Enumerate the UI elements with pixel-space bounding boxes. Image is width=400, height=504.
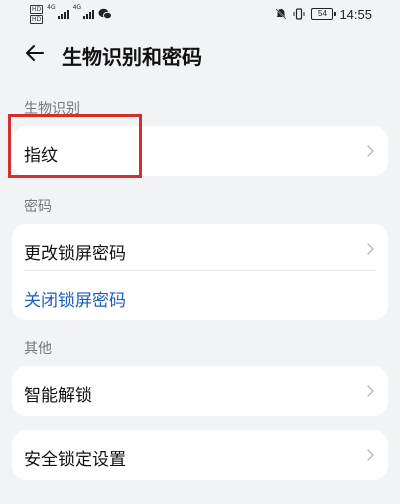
status-left: HD HD 4G 4G [30,4,113,24]
arrow-left-icon [26,45,44,61]
network1-label: 4G [47,4,56,11]
card-password: 更改锁屏密码 关闭锁屏密码 [12,224,388,320]
network2-label: 4G [72,4,82,11]
app-header: 生物识别和密码 [0,36,400,72]
back-button[interactable] [22,40,48,66]
signal-icon [57,9,69,19]
list-item-security-lock-settings[interactable]: 安全锁定设置 [12,430,388,480]
signal-icon-2 [83,9,95,19]
card-security-lock: 安全锁定设置 [12,430,388,480]
list-item-disable-lock-password[interactable]: 关闭锁屏密码 [12,274,388,320]
list-item-change-lock-password[interactable]: 更改锁屏密码 [12,224,388,274]
vibrate-icon [293,8,305,20]
battery-icon: 54 [311,8,337,20]
disable-lock-password-link[interactable]: 关闭锁屏密码 [24,286,126,311]
chevron-right-icon [367,385,374,397]
section-label-password: 密码 [24,199,52,215]
sim2-hd-badge: HD [30,14,44,24]
sim1-hd-badge: HD [30,4,44,14]
sim-badges: HD HD [30,4,44,24]
chevron-right-icon [367,243,374,255]
status-right: 54 14:55 [275,4,372,24]
change-lock-password-label: 更改锁屏密码 [24,244,126,264]
chevron-right-icon [367,449,374,461]
highlight-box [8,114,142,178]
list-item-smart-unlock[interactable]: 智能解锁 [12,366,388,416]
wechat-icon [98,8,113,20]
clock: 14:55 [339,6,372,22]
page-title: 生物识别和密码 [62,45,202,69]
smart-unlock-label: 智能解锁 [24,386,92,406]
status-bar: HD HD 4G 4G 54 14:55 [0,0,400,28]
section-label-other: 其他 [24,341,52,357]
chevron-right-icon [367,145,374,157]
mute-alarm-icon [275,8,287,20]
security-lock-settings-label: 安全锁定设置 [24,450,126,470]
divider [24,270,376,271]
card-other: 智能解锁 [12,366,388,416]
